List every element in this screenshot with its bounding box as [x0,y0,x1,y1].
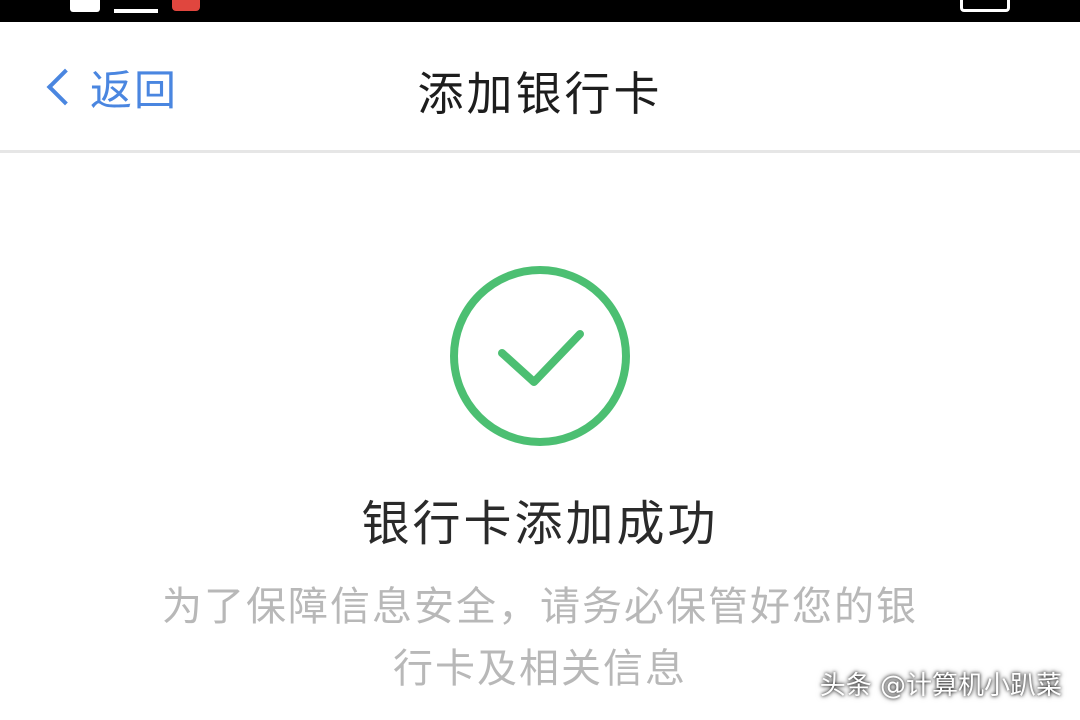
check-circle-icon [450,266,630,446]
page-title: 添加银行卡 [417,67,663,121]
navigation-bar: 返回 添加银行卡 [0,22,1080,153]
sim-icon [70,0,100,12]
status-bar-right [960,0,1010,16]
battery-icon [960,0,1010,12]
status-bar-left [70,0,200,16]
watermark: 头条 @计算机小趴菜 [819,671,1062,701]
description-line-1: 为了保障信息安全，请务必保管好您的银 [162,584,918,630]
signal-icon [114,0,158,13]
notification-icon [172,0,200,11]
success-title: 银行卡添加成功 [361,496,719,552]
status-bar [0,0,1080,22]
